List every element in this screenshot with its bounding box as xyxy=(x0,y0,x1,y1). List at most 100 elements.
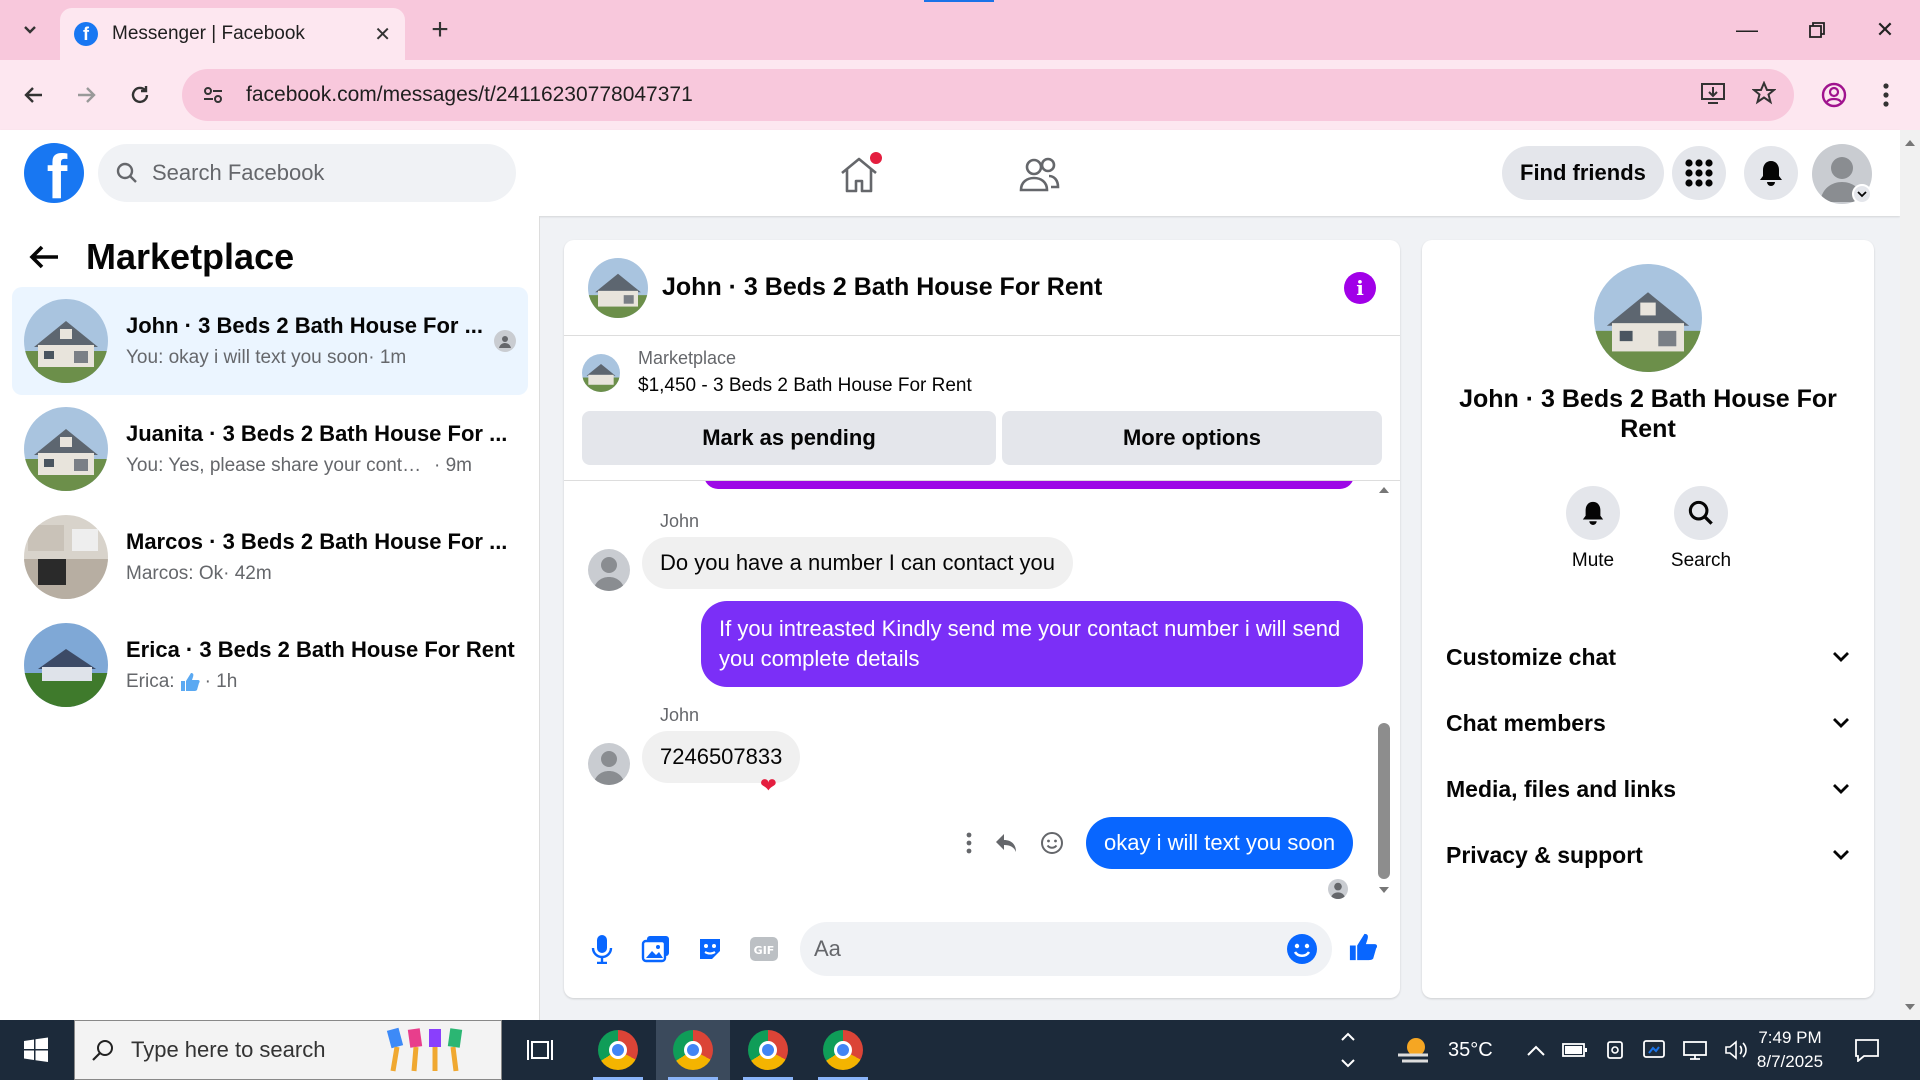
chevron-down-icon xyxy=(1833,718,1849,728)
chat-panel: John · 3 Beds 2 Bath House For Rent i Ma… xyxy=(564,240,1400,998)
message-bubble-outgoing[interactable]: okay i will text you soon xyxy=(1086,817,1354,869)
conversation-item-erica[interactable]: Erica · 3 Beds 2 Bath House For Rent Eri… xyxy=(12,611,528,719)
sticker-icon[interactable] xyxy=(692,931,728,967)
scroll-up-icon[interactable] xyxy=(1378,485,1390,495)
bookmark-star-icon[interactable] xyxy=(1751,79,1777,110)
conversation-item-juanita[interactable]: Juanita · 3 Beds 2 Bath House For ... Yo… xyxy=(12,395,528,503)
emoji-react-icon[interactable] xyxy=(1040,831,1064,855)
privacy-support-section[interactable]: Privacy & support xyxy=(1446,830,1850,880)
reply-icon[interactable] xyxy=(994,832,1018,854)
scroll-down-icon[interactable] xyxy=(1378,885,1390,895)
reload-button[interactable] xyxy=(120,75,160,115)
chat-avatar[interactable] xyxy=(588,257,648,318)
forward-button[interactable] xyxy=(66,75,106,115)
taskbar-chrome-2[interactable] xyxy=(656,1020,730,1080)
menu-button[interactable] xyxy=(1672,146,1726,200)
notifications-button[interactable] xyxy=(1744,146,1798,200)
weather-widget[interactable]: 35°C xyxy=(1396,1020,1493,1080)
taskbar-chrome-1[interactable] xyxy=(581,1020,655,1080)
chat-header: John · 3 Beds 2 Bath House For Rent i xyxy=(564,240,1400,336)
chrome-icon xyxy=(823,1030,863,1070)
site-settings-icon[interactable] xyxy=(200,82,226,108)
restore-icon xyxy=(1809,22,1825,38)
back-button[interactable] xyxy=(14,75,54,115)
details-avatar[interactable] xyxy=(1594,264,1702,372)
back-arrow-icon[interactable] xyxy=(28,243,60,271)
account-caret-icon[interactable] xyxy=(1852,184,1872,204)
show-hidden-icons-icon[interactable] xyxy=(1526,1043,1546,1057)
conversation-item-marcos[interactable]: Marcos · 3 Beds 2 Bath House For ... Mar… xyxy=(12,503,528,611)
tab-close-icon[interactable]: ✕ xyxy=(374,22,391,47)
emoji-icon[interactable] xyxy=(1286,933,1318,965)
browser-menu-icon[interactable] xyxy=(1866,75,1906,115)
info-icon[interactable]: i xyxy=(1344,271,1376,304)
mute-action[interactable]: Mute xyxy=(1548,486,1638,572)
photo-gallery-icon[interactable] xyxy=(638,931,674,967)
taskbar-clock[interactable]: 7:49 PM 8/7/2025 xyxy=(1738,1026,1842,1074)
new-tab-button[interactable]: + xyxy=(422,12,458,48)
scroll-thumb[interactable] xyxy=(1378,723,1390,879)
address-bar[interactable]: facebook.com/messages/t/2411623077804737… xyxy=(182,69,1794,121)
tab-list-button[interactable] xyxy=(12,12,48,48)
message-input-box[interactable] xyxy=(800,922,1332,976)
media-files-links-section[interactable]: Media, files and links xyxy=(1446,764,1850,814)
network-icon[interactable] xyxy=(1682,1039,1708,1061)
kitchen-thumbnail xyxy=(24,515,108,599)
scroll-down-icon[interactable] xyxy=(1904,1002,1916,1012)
browser-tab-active[interactable]: f Messenger | Facebook ✕ xyxy=(60,8,405,60)
conversation-preview: You: okay i will text you soon xyxy=(126,347,369,368)
panel-header: Marketplace xyxy=(28,236,294,278)
paint-brushes-icon xyxy=(386,1027,463,1072)
conversation-panel: Marketplace John · 3 Beds 2 Bath House F… xyxy=(0,216,540,1020)
profile-icon[interactable] xyxy=(1814,75,1854,115)
panel-title: Marketplace xyxy=(86,236,295,277)
more-options-button[interactable]: More options xyxy=(1002,411,1382,465)
more-vertical-icon[interactable] xyxy=(966,832,972,854)
taskbar-chrome-3[interactable] xyxy=(731,1020,805,1080)
bell-icon xyxy=(1760,161,1782,186)
customize-chat-section[interactable]: Customize chat xyxy=(1446,632,1850,682)
search-action[interactable]: Search xyxy=(1656,486,1746,572)
facebook-favicon-icon: f xyxy=(74,22,98,46)
like-thumbs-up-icon[interactable] xyxy=(1346,931,1380,968)
message-input[interactable] xyxy=(814,936,1286,962)
taskbar-chrome-4[interactable] xyxy=(806,1020,880,1080)
taskbar-search[interactable] xyxy=(74,1020,502,1080)
gif-icon[interactable]: GIF xyxy=(746,931,782,967)
chat-members-section[interactable]: Chat members xyxy=(1446,698,1850,748)
notification-center-button[interactable] xyxy=(1854,1020,1880,1080)
close-window-button[interactable]: ✕ xyxy=(1850,0,1920,60)
facebook-search[interactable] xyxy=(98,144,516,202)
install-app-icon[interactable] xyxy=(1700,81,1726,110)
chevron-down-icon xyxy=(1833,850,1849,860)
start-button[interactable] xyxy=(0,1020,72,1080)
conversation-item-john[interactable]: John · 3 Beds 2 Bath House For ... You: … xyxy=(12,287,528,395)
message-bubble-incoming[interactable]: Do you have a number I can contact you xyxy=(642,537,1074,589)
friends-nav-button[interactable] xyxy=(1014,150,1064,200)
home-nav-button[interactable] xyxy=(834,150,884,200)
minimize-button[interactable]: — xyxy=(1712,0,1782,60)
battery-icon[interactable] xyxy=(1562,1042,1588,1058)
page-scrollbar[interactable] xyxy=(1900,130,1920,1020)
scroll-up-icon[interactable] xyxy=(1904,138,1916,148)
message-scrollbar[interactable] xyxy=(1378,481,1390,900)
house-thumbnail xyxy=(24,623,108,707)
device-icon[interactable] xyxy=(1642,1039,1666,1061)
facebook-logo-icon[interactable]: f xyxy=(24,143,84,203)
find-friends-button[interactable]: Find friends xyxy=(1502,146,1664,200)
sender-avatar xyxy=(588,743,630,785)
meet-now-icon[interactable] xyxy=(1604,1039,1626,1061)
chat-title[interactable]: John · 3 Beds 2 Bath House For Rent xyxy=(662,273,1344,302)
taskbar-search-input[interactable] xyxy=(131,1037,381,1063)
url-text[interactable]: facebook.com/messages/t/2411623077804737… xyxy=(246,83,1700,107)
listing-summary[interactable]: Marketplace $1,450 - 3 Beds 2 Bath House… xyxy=(582,348,972,397)
microphone-icon[interactable] xyxy=(584,931,620,967)
facebook-search-input[interactable] xyxy=(152,160,472,186)
task-view-button[interactable] xyxy=(503,1020,577,1080)
message-bubble-outgoing[interactable]: If you intreasted Kindly send me your co… xyxy=(701,601,1363,687)
heart-reaction-icon[interactable]: ❤ xyxy=(760,773,777,798)
restore-button[interactable] xyxy=(1782,0,1852,60)
mark-as-pending-button[interactable]: Mark as pending xyxy=(582,411,996,465)
conversation-preview: You: Yes, please share your contact n... xyxy=(126,455,426,476)
tray-overflow-arrows[interactable] xyxy=(1340,1020,1356,1080)
